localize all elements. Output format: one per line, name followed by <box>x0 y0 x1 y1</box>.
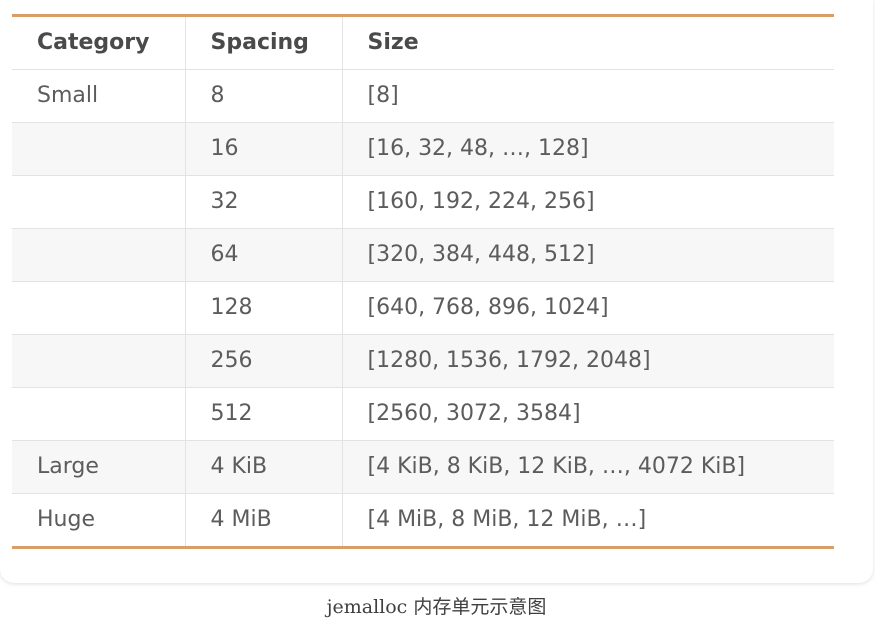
cell-size: [8] <box>341 69 834 123</box>
cell-category: Large <box>12 440 185 494</box>
cell-size: [16, 32, 48, …, 128] <box>341 122 834 176</box>
cell-size: [160, 192, 224, 256] <box>341 175 834 229</box>
cell-spacing: 32 <box>184 175 342 229</box>
cell-size: [4 MiB, 8 MiB, 12 MiB, …] <box>341 493 834 546</box>
table-row: Large 4 KiB [4 KiB, 8 KiB, 12 KiB, …, 40… <box>12 440 834 494</box>
cell-spacing: 4 MiB <box>184 493 342 546</box>
cell-category <box>12 175 185 229</box>
cell-spacing: 128 <box>184 281 342 335</box>
cell-size: [320, 384, 448, 512] <box>341 228 834 282</box>
table-row: 512 [2560, 3072, 3584] <box>12 387 834 441</box>
table-row: 64 [320, 384, 448, 512] <box>12 228 834 282</box>
table-row: 32 [160, 192, 224, 256] <box>12 175 834 229</box>
table-header-row: Category Spacing Size <box>12 17 834 70</box>
cell-category <box>12 228 185 282</box>
cell-size: [4 KiB, 8 KiB, 12 KiB, …, 4072 KiB] <box>341 440 834 494</box>
cell-category <box>12 281 185 335</box>
cell-category <box>12 334 185 388</box>
cell-spacing: 64 <box>184 228 342 282</box>
table-card: Category Spacing Size Small 8 [8] 16 [16… <box>0 0 873 583</box>
cell-spacing: 512 <box>184 387 342 441</box>
header-category: Category <box>12 17 185 70</box>
cell-spacing: 256 <box>184 334 342 388</box>
cell-spacing: 16 <box>184 122 342 176</box>
cell-category <box>12 122 185 176</box>
cell-size: [1280, 1536, 1792, 2048] <box>341 334 834 388</box>
size-class-table-wrapper: Category Spacing Size Small 8 [8] 16 [16… <box>12 14 834 549</box>
header-spacing: Spacing <box>184 17 342 70</box>
cell-size: [640, 768, 896, 1024] <box>341 281 834 335</box>
header-size: Size <box>341 17 834 70</box>
table-row: 16 [16, 32, 48, …, 128] <box>12 122 834 176</box>
cell-size: [2560, 3072, 3584] <box>341 387 834 441</box>
cell-spacing: 4 KiB <box>184 440 342 494</box>
cell-category: Huge <box>37 507 95 533</box>
figure-caption: jemalloc 内存单元示意图 <box>326 596 547 618</box>
size-class-table: Category Spacing Size Small 8 [8] 16 [16… <box>12 17 834 546</box>
table-row: Small 8 [8] <box>12 69 834 123</box>
table-row: 128 [640, 768, 896, 1024] <box>12 281 834 335</box>
cell-category: Small <box>12 69 185 123</box>
table-row: Huge 4 MiB [4 MiB, 8 MiB, 12 MiB, …] <box>12 493 834 546</box>
cell-spacing: 8 <box>184 69 342 123</box>
table-row: 256 [1280, 1536, 1792, 2048] <box>12 334 834 388</box>
cell-category <box>12 387 185 441</box>
